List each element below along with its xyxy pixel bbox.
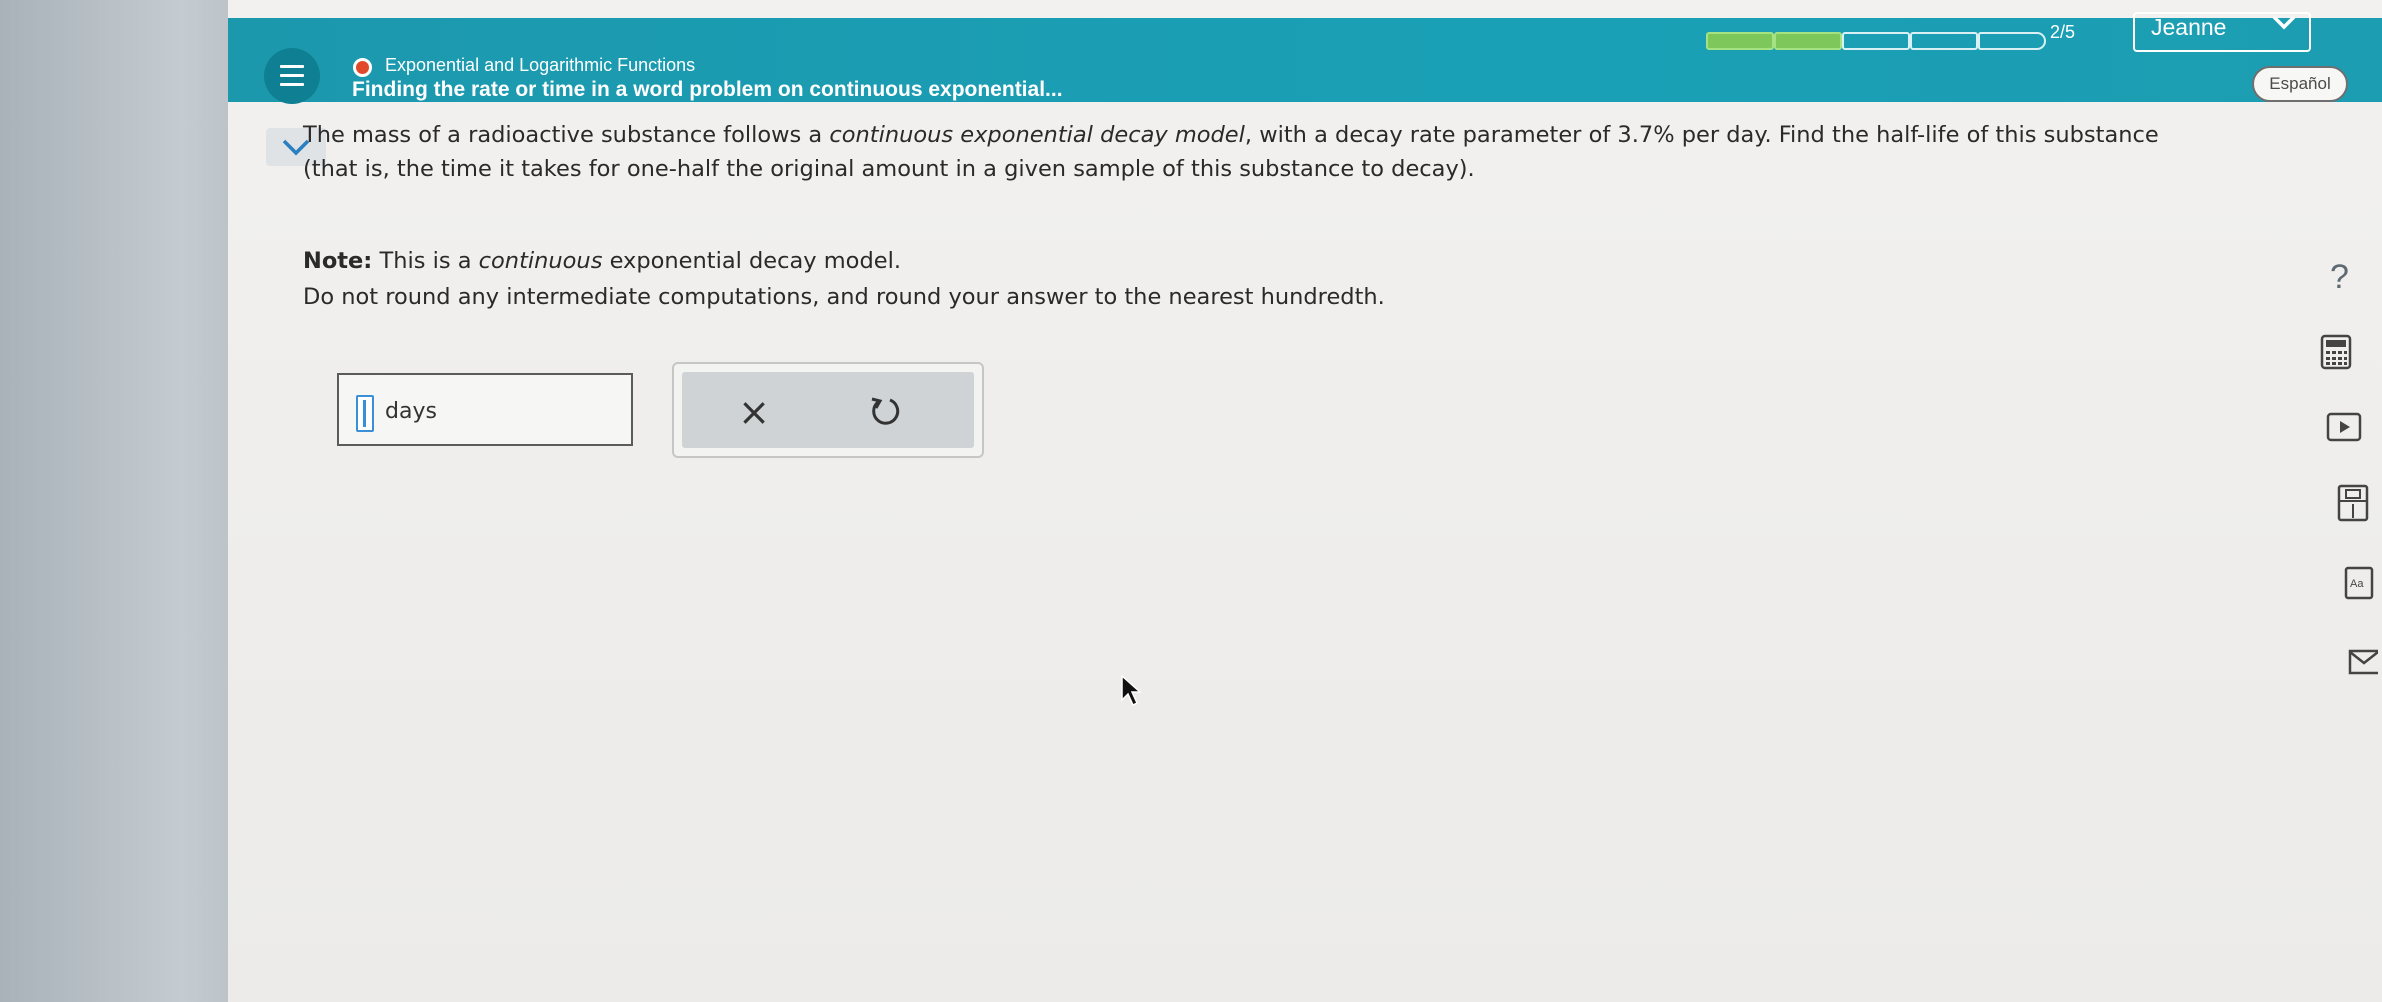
message-icon — [2348, 649, 2382, 675]
message-button[interactable] — [2348, 648, 2382, 680]
progress-segment-5 — [1978, 32, 2046, 50]
topic-title: Exponential and Logarithmic Functions — [385, 55, 696, 75]
video-button[interactable] — [2326, 412, 2362, 446]
clear-button[interactable]: × — [732, 390, 776, 434]
undo-icon — [871, 397, 900, 425]
question-emphasis: continuous exponential decay model — [829, 122, 1245, 148]
note-text-end: exponential decay model. — [602, 248, 901, 274]
help-button[interactable]: ? — [2318, 256, 2364, 302]
problem-subtitle: Finding the rate or time in a word probl… — [352, 78, 1063, 101]
language-toggle-button[interactable]: Español — [2252, 66, 2348, 102]
chevron-down-icon — [2271, 12, 2297, 38]
note-emphasis: continuous — [478, 248, 603, 274]
glossary-icon: Aa — [2344, 566, 2374, 600]
user-menu[interactable]: Jeanne — [2133, 12, 2311, 52]
note-text-start: This is a — [372, 248, 479, 274]
progress-count: 2/5 — [2050, 22, 2076, 42]
progress-segment-2 — [1774, 32, 1842, 50]
calculator-button[interactable] — [2320, 334, 2352, 374]
topic-status-icon — [353, 58, 372, 77]
answer-actions-panel: × — [682, 372, 974, 448]
menu-icon-bar-2 — [280, 74, 304, 77]
user-name: Jeanne — [2151, 14, 2227, 40]
instruction-paragraph: Do not round any intermediate computatio… — [303, 284, 1385, 310]
text-cursor-icon — [356, 395, 374, 432]
menu-icon-bar-1 — [280, 65, 304, 68]
mouse-pointer-icon — [1121, 674, 1142, 707]
aleks-page: Exponential and Logarithmic Functions Fi… — [228, 0, 2382, 1002]
menu-button[interactable] — [264, 48, 320, 104]
question-text-start: The mass of a radioactive substance foll… — [303, 122, 830, 148]
note-paragraph: Note: This is a continuous exponential d… — [303, 244, 901, 278]
glossary-button[interactable]: Aa — [2344, 566, 2374, 604]
answer-input[interactable]: days — [337, 373, 633, 446]
note-label: Note: — [303, 248, 373, 274]
progress-segment-4 — [1910, 32, 1978, 50]
svg-text:Aa: Aa — [2350, 578, 2364, 590]
answer-actions: × — [672, 362, 984, 458]
progress-bar — [1706, 32, 2046, 50]
calculator-icon — [2320, 334, 2352, 370]
topic-header: Exponential and Logarithmic Functions Fi… — [228, 12, 2382, 104]
progress-segment-3 — [1842, 32, 1910, 50]
progress-segment-1 — [1706, 32, 1774, 50]
answer-unit-label: days — [385, 399, 437, 424]
textbook-icon — [2337, 484, 2369, 522]
question-paragraph: The mass of a radioactive substance foll… — [303, 118, 2183, 186]
help-icon: ? — [2330, 258, 2349, 296]
video-icon — [2326, 412, 2362, 442]
textbook-button[interactable] — [2336, 484, 2370, 526]
undo-button[interactable] — [862, 388, 910, 436]
screen-left-edge — [0, 0, 228, 1002]
menu-icon-bar-3 — [280, 83, 304, 86]
